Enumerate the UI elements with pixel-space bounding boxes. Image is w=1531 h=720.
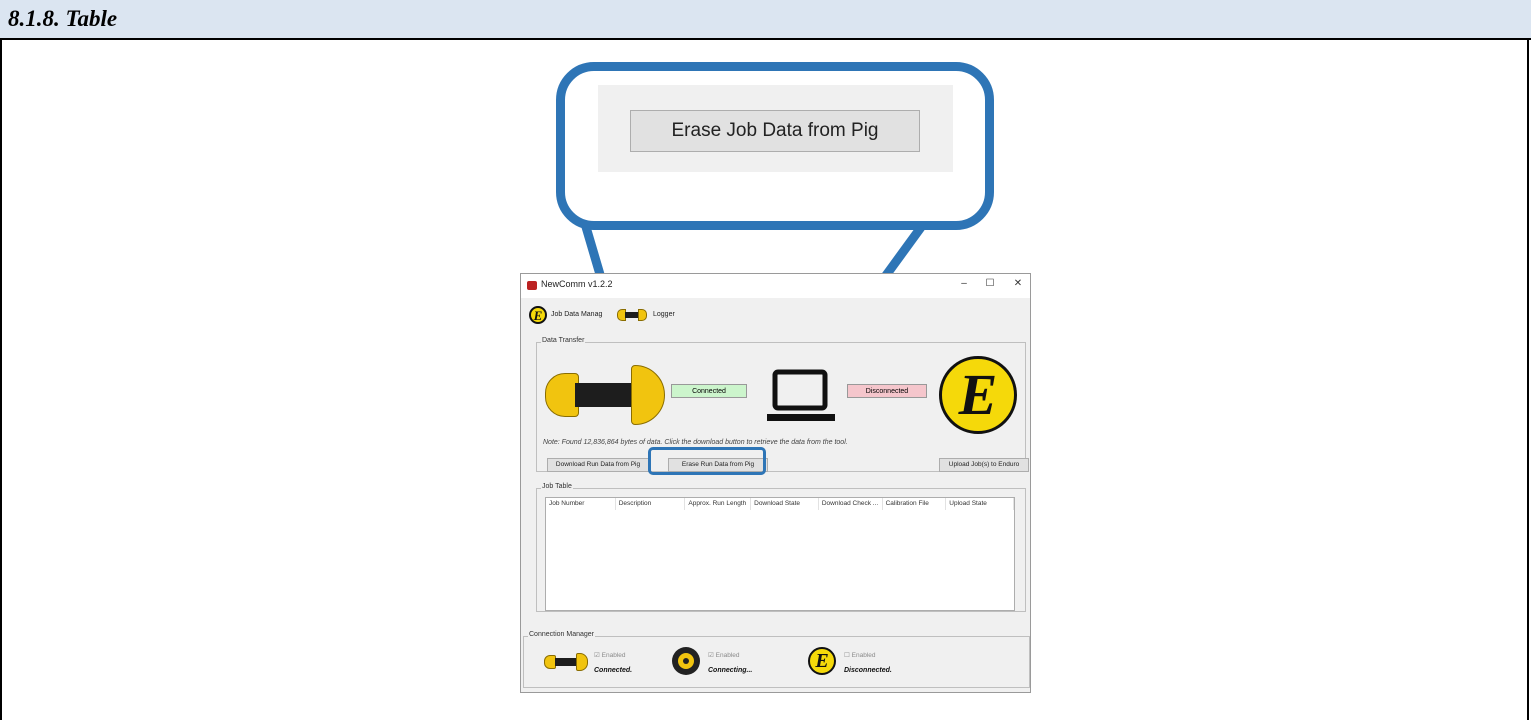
pig-connection-status: Connected bbox=[671, 384, 747, 398]
upload-jobs-button[interactable]: Upload Job(s) to Enduro bbox=[939, 458, 1029, 472]
connection-manager-group: Connection Manager ☑ Enabled Connected. … bbox=[523, 631, 1030, 688]
erase-job-data-button-zoomed[interactable]: Erase Job Data from Pig bbox=[630, 110, 920, 152]
receiver-connection-state: Connecting... bbox=[708, 667, 753, 674]
laptop-icon bbox=[767, 369, 835, 421]
download-run-data-button[interactable]: Download Run Data from Pig bbox=[547, 458, 649, 472]
minimize-button[interactable]: – bbox=[957, 278, 971, 289]
pig-enabled-checkbox[interactable]: ☑ Enabled bbox=[594, 651, 626, 659]
app-icon bbox=[527, 281, 537, 290]
job-table-list[interactable]: Job Number Description Approx. Run Lengt… bbox=[545, 497, 1015, 611]
enduro-connection-state: Disconnected. bbox=[844, 667, 892, 674]
data-transfer-note: Note: Found 12,836,864 bytes of data. Cl… bbox=[543, 439, 848, 446]
data-transfer-group: Data Transfer Connected Disconnected E N… bbox=[536, 337, 1029, 472]
zoom-panel: Erase Job Data from Pig bbox=[598, 85, 953, 172]
maximize-button[interactable]: ☐ bbox=[983, 278, 997, 289]
receiver-enabled-checkbox[interactable]: ☑ Enabled bbox=[708, 651, 740, 659]
column-header[interactable]: Approx. Run Length bbox=[685, 498, 752, 510]
e-logo-icon: E bbox=[808, 647, 836, 675]
column-header[interactable]: Download Check ... bbox=[819, 498, 883, 510]
job-table-header: Job Number Description Approx. Run Lengt… bbox=[546, 498, 1014, 510]
tab-label-job-data: Job Data Manag bbox=[551, 311, 603, 318]
column-header[interactable]: Job Number bbox=[546, 498, 616, 510]
data-transfer-title: Data Transfer bbox=[541, 337, 586, 344]
window-title: NewComm v1.2.2 bbox=[541, 279, 613, 289]
pig-connection-state: Connected. bbox=[594, 667, 633, 674]
close-button[interactable]: ✕ bbox=[1011, 278, 1025, 289]
zoom-callout: Erase Job Data from Pig bbox=[556, 62, 994, 230]
pig-tool-image bbox=[545, 365, 665, 425]
window-titlebar: NewComm v1.2.2 – ☐ ✕ bbox=[521, 274, 1030, 298]
enduro-enabled-checkbox[interactable]: ☐ Enabled bbox=[844, 651, 876, 659]
newcomm-app-window: NewComm v1.2.2 – ☐ ✕ E Job Data Manag Lo… bbox=[520, 273, 1031, 693]
receiver-icon bbox=[672, 647, 700, 675]
connection-manager-title: Connection Manager bbox=[528, 631, 595, 638]
enduro-connection-status: Disconnected bbox=[847, 384, 927, 398]
erase-button-highlight bbox=[648, 447, 766, 475]
job-table-group: Job Table Job Number Description Approx.… bbox=[536, 483, 1026, 612]
column-header[interactable]: Calibration File bbox=[883, 498, 947, 510]
column-header[interactable]: Description bbox=[616, 498, 686, 510]
pig-icon bbox=[617, 309, 647, 321]
column-header[interactable]: Upload State bbox=[946, 498, 1014, 510]
tab-bar: E Job Data Manag Logger bbox=[525, 306, 825, 328]
column-header[interactable]: Download State bbox=[751, 498, 819, 510]
job-table-title: Job Table bbox=[541, 483, 573, 490]
e-logo-icon: E bbox=[939, 356, 1017, 434]
pig-icon bbox=[544, 653, 588, 671]
e-logo-icon: E bbox=[529, 306, 547, 324]
tab-label-logger: Logger bbox=[653, 311, 675, 318]
